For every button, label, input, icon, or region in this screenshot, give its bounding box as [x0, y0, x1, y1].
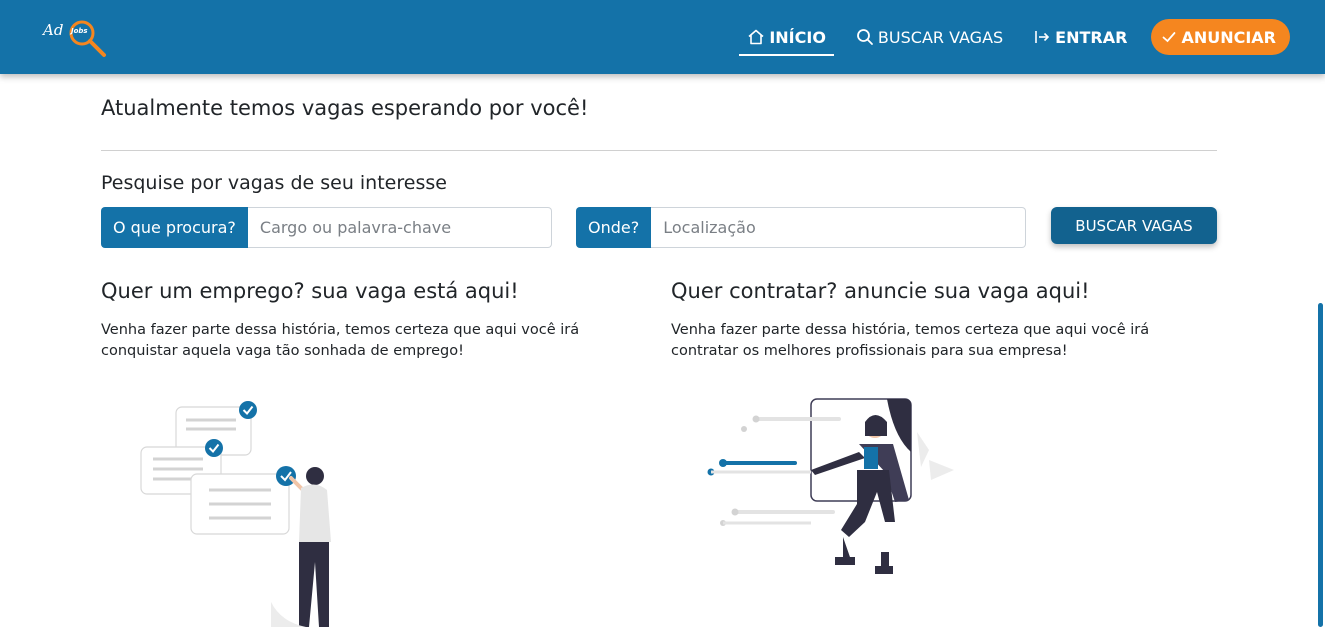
scrollbar-thumb[interactable]	[1318, 303, 1323, 627]
nav-item-label: ANUNCIAR	[1181, 27, 1276, 47]
employer-text: Venha fazer parte dessa história, temos …	[671, 322, 1150, 359]
search-icon	[856, 28, 874, 46]
logo[interactable]: Ad Jobs	[40, 17, 112, 63]
nav-item-label: BUSCAR VAGAS	[877, 27, 1004, 47]
what-label: O que procura?	[101, 207, 248, 248]
nav-item-label: INÍCIO	[769, 27, 826, 47]
anunciar-button[interactable]: ANUNCIAR	[1151, 19, 1290, 55]
magnifier-logo-icon	[69, 20, 106, 57]
employer-title: Quer contratar? anuncie sua vaga aqui!	[671, 279, 1090, 303]
logo-badge: Jobs	[71, 27, 88, 35]
candidate-title: Quer um emprego? sua vaga está aqui!	[101, 279, 519, 303]
job-seeker-illustration	[140, 401, 331, 627]
nav-item-buscar-vagas[interactable]: BUSCAR VAGAS	[848, 17, 1011, 57]
login-icon	[1033, 28, 1051, 46]
employer-illustration	[707, 398, 954, 574]
logo-text: Ad	[43, 21, 64, 39]
nav-item-label: ENTRAR	[1055, 27, 1128, 47]
divider	[101, 150, 1217, 151]
nav-menu: INÍCIO BUSCAR VAGAS ENTRAR ANUNCIAR	[725, 17, 1290, 57]
location-input[interactable]	[651, 207, 1027, 248]
page-headline: Atualmente temos vagas esperando por voc…	[101, 96, 589, 120]
what-input-group: O que procura?	[101, 207, 552, 248]
check-icon	[1161, 29, 1177, 45]
keyword-input[interactable]	[247, 207, 552, 248]
where-input-group: Onde?	[576, 207, 1027, 248]
candidate-text: Venha fazer parte dessa história, temos …	[101, 322, 580, 359]
home-icon	[747, 28, 765, 46]
search-jobs-button[interactable]: BUSCAR VAGAS	[1051, 207, 1217, 244]
nav-item-inicio[interactable]: INÍCIO	[739, 18, 834, 56]
navbar: Ad Jobs INÍCIO BUSCAR VAGAS ENTRAR ANUNC…	[0, 0, 1325, 74]
search-title: Pesquise por vagas de seu interesse	[101, 172, 447, 194]
nav-item-entrar[interactable]: ENTRAR	[1025, 17, 1135, 57]
where-label: Onde?	[576, 207, 652, 248]
